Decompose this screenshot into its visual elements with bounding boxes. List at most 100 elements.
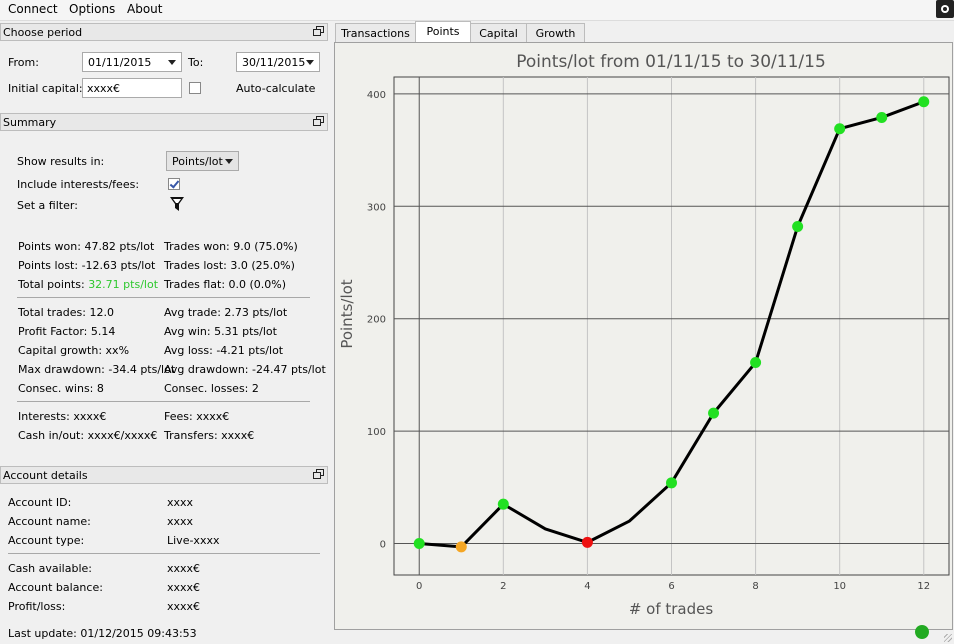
menu-about[interactable]: About bbox=[127, 2, 162, 16]
account-name-value: xxxx bbox=[167, 515, 194, 528]
last-update: Last update: 01/12/2015 09:43:53 bbox=[8, 627, 197, 640]
include-interests-checkbox[interactable] bbox=[168, 178, 180, 190]
transfers: Transfers: xxxx€ bbox=[164, 429, 255, 442]
trades-flat: Trades flat: 0.0 (0.0%) bbox=[164, 278, 287, 291]
consec-losses: Consec. losses: 2 bbox=[164, 382, 259, 395]
show-results-label: Show results in: bbox=[17, 155, 105, 168]
x-tick-label: 8 bbox=[752, 581, 758, 592]
total-trades: Total trades: 12.0 bbox=[18, 306, 114, 319]
x-tick-label: 2 bbox=[500, 581, 506, 592]
panel-title: Choose period bbox=[3, 26, 83, 39]
data-point bbox=[918, 96, 930, 108]
tab-capital[interactable]: Capital bbox=[470, 23, 527, 42]
menu-options[interactable]: Options bbox=[69, 2, 115, 16]
consec-wins: Consec. wins: 8 bbox=[18, 382, 104, 395]
account-type-value: Live-xxxx bbox=[167, 534, 220, 547]
chart-frame: Points/lot from 01/11/15 to 30/11/15 # o… bbox=[334, 42, 953, 630]
y-tick-label: 0 bbox=[380, 540, 386, 551]
avg-drawdown: Avg drawdown: -24.47 pts/lot bbox=[164, 363, 326, 376]
initial-capital-label: Initial capital: bbox=[8, 82, 83, 95]
profit-factor: Profit Factor: 5.14 bbox=[18, 325, 116, 338]
data-point bbox=[497, 498, 509, 510]
show-results-select[interactable]: Points/lot bbox=[166, 151, 239, 171]
panel-title: Summary bbox=[3, 116, 57, 129]
connection-status-indicator bbox=[915, 625, 929, 639]
account-balance-value: xxxx€ bbox=[167, 581, 201, 594]
total-points: Total points: 32.71 pts/lot bbox=[18, 278, 158, 291]
fees: Fees: xxxx€ bbox=[164, 410, 230, 423]
trades-won: Trades won: 9.0 (75.0%) bbox=[164, 240, 298, 253]
auto-calculate-label: Auto-calculate bbox=[236, 82, 316, 95]
points-won: Points won: 47.82 pts/lot bbox=[18, 240, 155, 253]
set-filter-label: Set a filter: bbox=[17, 199, 78, 212]
account-balance-label: Account balance: bbox=[8, 581, 103, 594]
data-point bbox=[666, 477, 677, 489]
points-chart: Points/lot from 01/11/15 to 30/11/15 # o… bbox=[338, 52, 950, 618]
account-id-label: Account ID: bbox=[8, 496, 72, 509]
points-lost: Points lost: -12.63 pts/lot bbox=[18, 259, 156, 272]
menu-bar: Connect Options About bbox=[0, 0, 954, 21]
cash-available-label: Cash available: bbox=[8, 562, 92, 575]
data-point bbox=[834, 123, 846, 135]
account-id-value: xxxx bbox=[167, 496, 194, 509]
y-tick-label: 400 bbox=[367, 90, 386, 101]
data-point bbox=[876, 111, 888, 123]
y-tick-label: 100 bbox=[367, 427, 386, 438]
to-date-picker[interactable]: 30/11/2015 bbox=[236, 52, 320, 72]
initial-capital-input[interactable]: xxxx€ bbox=[82, 78, 182, 98]
x-tick-label: 10 bbox=[833, 581, 846, 592]
profit-loss-value: xxxx€ bbox=[167, 600, 201, 613]
x-tick-label: 6 bbox=[668, 581, 674, 592]
chart-title: Points/lot from 01/11/15 to 30/11/15 bbox=[516, 52, 826, 72]
capital-growth: Capital growth: xx% bbox=[18, 344, 130, 357]
x-tick-label: 0 bbox=[416, 581, 422, 592]
account-type-label: Account type: bbox=[8, 534, 85, 547]
tab-transactions[interactable]: Transactions bbox=[335, 23, 416, 42]
menu-connect[interactable]: Connect bbox=[8, 2, 58, 16]
y-tick-label: 200 bbox=[367, 315, 386, 326]
x-tick-label: 4 bbox=[584, 581, 590, 592]
chart-grid bbox=[393, 76, 950, 576]
total-points-label: Total points: bbox=[18, 278, 89, 291]
to-label: To: bbox=[188, 56, 204, 69]
auto-calculate-checkbox[interactable] bbox=[189, 82, 201, 94]
data-point bbox=[581, 536, 593, 548]
chevron-down-icon bbox=[306, 60, 314, 65]
profit-loss-label: Profit/loss: bbox=[8, 600, 66, 613]
from-date-value: 01/11/2015 bbox=[88, 56, 152, 69]
to-date-value: 30/11/2015 bbox=[242, 56, 306, 69]
chevron-down-icon bbox=[225, 159, 233, 164]
restore-icon[interactable] bbox=[313, 26, 324, 36]
filter-icon[interactable] bbox=[169, 196, 185, 212]
divider bbox=[17, 297, 310, 298]
avg-trade: Avg trade: 2.73 pts/lot bbox=[164, 306, 288, 319]
trades-lost: Trades lost: 3.0 (25.0%) bbox=[164, 259, 295, 272]
include-interests-label: Include interests/fees: bbox=[17, 178, 140, 191]
tab-points[interactable]: Points bbox=[415, 21, 471, 43]
panel-title: Account details bbox=[3, 469, 88, 482]
interests: Interests: xxxx€ bbox=[18, 410, 107, 423]
x-tick-label: 12 bbox=[917, 581, 930, 592]
data-point bbox=[413, 538, 425, 550]
summary-header: Summary bbox=[0, 113, 328, 131]
x-axis-label: # of trades bbox=[629, 600, 714, 618]
avg-win: Avg win: 5.31 pts/lot bbox=[164, 325, 277, 338]
divider bbox=[17, 401, 310, 402]
total-points-value: 32.71 pts/lot bbox=[88, 278, 159, 291]
from-date-picker[interactable]: 01/11/2015 bbox=[82, 52, 182, 72]
divider bbox=[8, 553, 320, 554]
account-details-header: Account details bbox=[0, 466, 328, 484]
restore-icon[interactable] bbox=[313, 116, 324, 126]
account-name-label: Account name: bbox=[8, 515, 91, 528]
data-point bbox=[708, 407, 720, 419]
resize-grip[interactable] bbox=[944, 634, 952, 642]
y-tick-label: 300 bbox=[367, 202, 386, 213]
camera-icon[interactable] bbox=[936, 0, 954, 18]
data-point bbox=[455, 541, 467, 553]
avg-loss: Avg loss: -4.21 pts/lot bbox=[164, 344, 284, 357]
tab-growth[interactable]: Growth bbox=[526, 23, 585, 42]
chevron-down-icon bbox=[168, 60, 176, 65]
restore-icon[interactable] bbox=[313, 469, 324, 479]
data-point bbox=[792, 221, 804, 233]
cash-available-value: xxxx€ bbox=[167, 562, 201, 575]
